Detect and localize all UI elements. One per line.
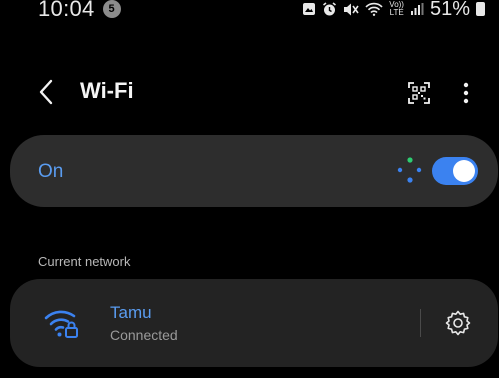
divider: [420, 309, 421, 337]
current-network-card[interactable]: Tamu Connected: [10, 279, 498, 367]
scanning-dots-icon: [397, 157, 422, 183]
notification-count-badge: 5: [102, 0, 121, 18]
qr-scan-icon: [408, 82, 430, 104]
gallery-notification-icon: [302, 2, 316, 16]
wifi-settings-screen: 10:04 5 Vo)) LTE 51% Wi-Fi On Current ne…: [0, 0, 499, 378]
status-right: Vo)) LTE 51%: [302, 0, 485, 21]
switch-knob: [453, 160, 475, 182]
battery-icon: [476, 2, 485, 16]
page-title: Wi-Fi: [80, 78, 134, 103]
wifi-toggle-switch[interactable]: [432, 157, 478, 185]
network-status: Connected: [110, 327, 178, 343]
back-button[interactable]: [34, 76, 58, 108]
current-network-section-label: Current network: [38, 254, 131, 269]
volte-indicator: Vo)) LTE: [389, 1, 404, 17]
network-settings-button[interactable]: [444, 309, 472, 337]
more-vertical-icon: [463, 82, 469, 104]
status-left: 10:04 5: [38, 0, 121, 22]
network-name: Tamu: [110, 303, 152, 322]
status-time: 10:04: [38, 0, 95, 21]
status-bar: 10:04 5 Vo)) LTE 51%: [0, 0, 499, 24]
more-options-button[interactable]: [456, 78, 476, 108]
wifi-toggle-label: On: [38, 161, 64, 182]
signal-strength-icon: [410, 2, 424, 16]
wifi-lock-icon: [44, 310, 78, 338]
battery-percent: 51%: [429, 0, 470, 20]
app-header: Wi-Fi: [0, 72, 499, 112]
qr-scan-button[interactable]: [404, 78, 434, 108]
gear-icon: [445, 310, 471, 336]
wifi-toggle-card[interactable]: On: [10, 135, 498, 207]
mute-icon: [343, 2, 359, 17]
volte-line2: LTE: [389, 8, 404, 17]
wifi-status-icon: [365, 2, 383, 16]
chevron-left-icon: [39, 79, 53, 105]
alarm-icon: [322, 1, 337, 17]
